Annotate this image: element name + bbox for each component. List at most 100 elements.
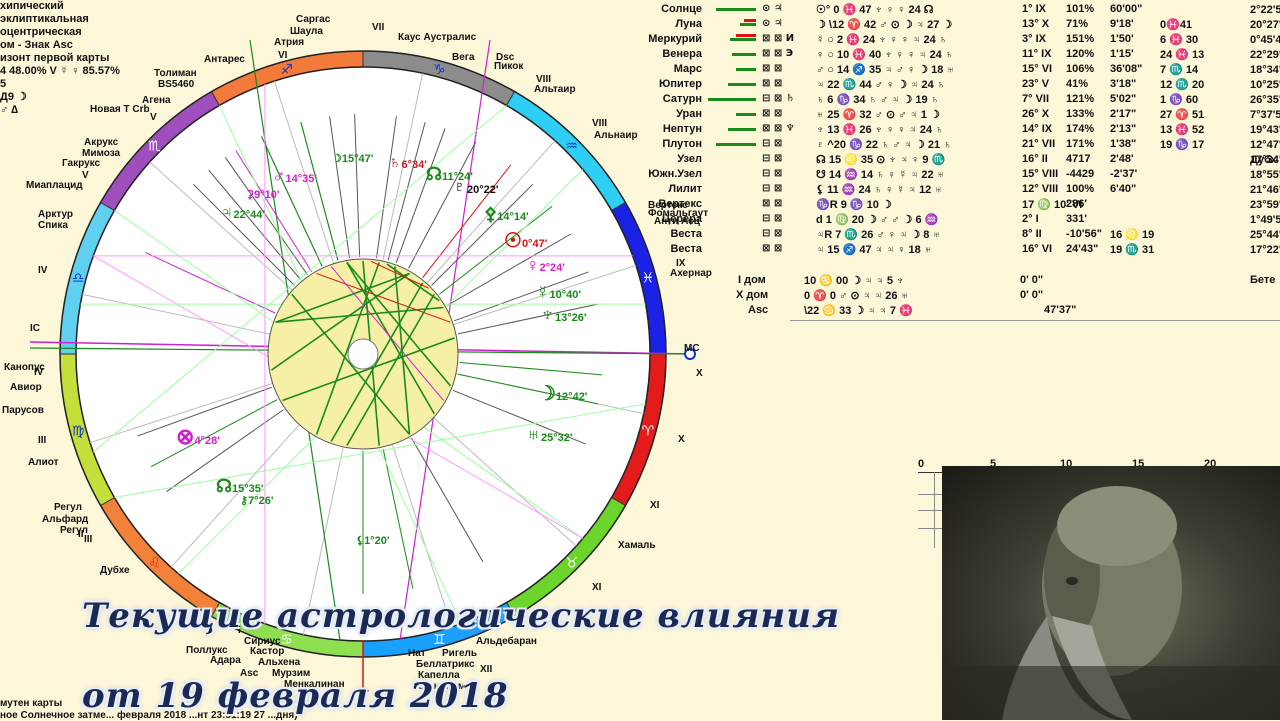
venus-label[interactable]: ♀2°24' [526,255,565,276]
declination: 26°35'46" ♑ [1250,94,1280,106]
planet-row[interactable]: Лилит ⊟ ⊠ ⚸ 11 ♒ 24 ♄ ♀ ☿ ♃ 12 ♅ 12° VIII 10… [626,183,1280,198]
planet-row[interactable]: Веста ⊟ ⊠ ♃R 7 ♏ 26 ♂ ♀ ♃ ☽ 8 ♅ 8° II -10'56… [626,228,1280,243]
strength-bar [736,68,756,71]
planet-row[interactable]: Уран ⊠ ⊠ ♅ 25 ♈ 32 ♂ ⊙ ♂ ♃ 1 ☽ 26° X 133% 2'1… [626,108,1280,123]
uranus-label[interactable]: ♅25°32' [526,424,573,447]
star-label: Вега [452,52,475,63]
zodiac-sign-icon: ♍ [72,423,85,439]
planet-name: Церера [662,213,702,225]
star-label: Арктур [38,209,74,220]
jupiter-icon: ♃ [220,202,234,222]
mars-label[interactable]: ♂14°35' [272,166,317,187]
pallas-label[interactable]: ⚴14°14' [484,204,529,225]
house-number: IV [34,367,44,378]
star-label: Миаплацид [26,180,83,191]
extra-position: 24 ♓ 13 [1160,49,1205,61]
planet-row[interactable]: Юпитер ⊠ ⊠ ♃ 22 ♏ 44 ♂ ♀ ☽ ♃ 24 ♄ 23° V 41% 3… [626,78,1280,93]
lilith-label[interactable]: ⚸1°20' [356,534,389,547]
house-position: 16° II [1022,153,1048,165]
planet-row[interactable]: Меркурий ⊠ ⊠ И ☿ ○ 2 ♓ 24 ♆ ♀ ♀ ♃ 24 ♄ 3° I… [626,33,1280,48]
star-label: Беллатрикс [416,659,475,670]
position-text: ♆ 13 ♓ 26 ♆ ♀ ♀ ♃ 24 ♄ [816,124,944,136]
daily-motion: 1'15' [1110,48,1134,60]
position-text: ♅ 25 ♈ 32 ♂ ⊙ ♂ ♃ 1 ☽ [816,109,940,121]
planet-row[interactable]: Солнце ⊙ ♃ ☉° 0 ♓ 47 ♆ ♀ ♀ 24 ☊ 1° IX 101% 60… [626,3,1280,18]
declination: 20°27'48" ♓ [1250,19,1280,31]
divider [790,320,1280,321]
house-position: 13° X [1022,18,1050,30]
status-icons: ⊟ ⊠ [762,153,783,164]
daily-motion: 2'48' [1110,153,1134,165]
star-label: Акрукс [84,137,119,148]
star-label: Атрия [274,37,305,48]
status-icons: ⊟ ⊠ [762,228,783,239]
strength-bar [740,23,756,26]
planet-row[interactable]: Венера ⊠ ⊠ Э ♀ ○ 10 ♓ 40 ♆ ♀ ♀ ♃ 24 ♄ 11° I… [626,48,1280,63]
fortune-label[interactable]: ⊗4°28' [176,424,220,450]
jupiter-label[interactable]: ♃22°44' [220,202,265,223]
planet-row[interactable]: Плутон ⊟ ⊠ ♇ ^20 ♑ 22 ♄ ♂ ♃ ☽ 21 ♄ 21° VII 1… [626,138,1280,153]
status-icons: ⊠ ⊠ [762,63,783,74]
saturn-label[interactable]: ♄6°34' [388,152,427,173]
center-hub [347,338,379,370]
speed-percent: 4717 [1066,153,1091,165]
daily-motion: 2'17" [1110,108,1137,120]
planet-name: Уран [676,108,702,120]
daily-motion: 5'02" [1110,93,1137,105]
planet-row[interactable]: Вертекс ⊠ ⊠ ♑R 9 ♑ 10 ☽ 17 ♍ 10' VI 286' 23°5… [626,198,1280,213]
planet-name: Плутон [662,138,702,150]
moon-icon: ☽ [332,153,342,165]
footer-line: мутен карты [0,698,63,709]
star-label: Альфард [42,514,89,525]
pluto-label[interactable]: ♇20°22' [452,176,499,199]
lilith-icon: ⚸ [356,535,365,547]
mc-label: MC [684,343,700,354]
star-label: Гакрукс [62,158,101,169]
speed-percent: 106% [1066,63,1095,75]
house-position: 21° VII [1022,138,1056,150]
planet-row[interactable]: Южн.Узел ⊟ ⊠ ☋ 14 ♒ 14 ♄ ♀ ☿ ♃ 22 ♅ 15° VII… [626,168,1280,183]
declination: 19°43'20" ♈ [1250,124,1280,136]
ceres-label[interactable]: ⚳9°10' [246,188,279,201]
house-position: 23° V [1022,78,1050,90]
sun-label[interactable]: ☉0°47' [504,228,547,253]
star-label: Каус Аустралис [398,32,477,43]
saturn-icon: ♄ [388,152,402,172]
planet-row[interactable]: Сатурн ⊟ ⊠ ♄ ♄ 6 ♑ 34 ♄ ♂ ♃ ☽ 19 ♄ 7° VII 12… [626,93,1280,108]
speed-percent: 71% [1066,18,1089,30]
star-label: Авиор [10,382,42,393]
chiron-label[interactable]: ⚷7°26' [240,494,273,507]
planet-row[interactable]: Нептун ⊠ ⊠ ♆ ♆ 13 ♓ 26 ♆ ♀ ♀ ♃ 24 ♄ 14° IX 1… [626,123,1280,138]
planet-row[interactable]: Веста ⊠ ⊠ ♃ 15 ♐ 47 ♃ ♃ ♀ 18 ♅ 16° VI 24'43"… [626,243,1280,258]
status-icons: ⊙ ♃ [762,18,783,29]
star-label: Ахернар [670,268,712,279]
status-icons: ⊠ ⊠ И [762,33,795,44]
star-label: Парусов [2,405,44,416]
extra-position: 1 ♑ 60 [1160,94,1199,106]
declination: 25°44'10" ♏ [1250,229,1280,241]
mercury-label[interactable]: ☿10°40' [536,282,581,303]
planet-row[interactable]: Марс ⊠ ⊠ ♂ ○ 14 ♐ 35 ♃ ♂ ♀ ☽ 18 ♅ 15° VI 106… [626,63,1280,78]
weakness-bar [736,34,756,37]
planet-name: Солнце [661,3,702,15]
planet-row[interactable]: Церера ⊟ ⊠ d 1 ♍ 20 ☽ ♂ ♂ ☽ 6 ♒ 2° I 331' 1°4… [626,213,1280,228]
extra-position: 0♓41 [1160,19,1193,31]
daily-motion: 2'13" [1110,123,1137,135]
planet-row[interactable]: Узел ⊟ ⊠ ☊ 15 ♌ 35 ⊙ ♆ ♃ ♀ 9 ♏ 16° II 4717 2'… [626,153,1280,168]
moon-north-label[interactable]: ☽15°47' [332,152,373,165]
declination: 21°46'11" ♉ [1250,184,1280,196]
planet-name: Лилит [668,183,702,195]
daily-motion: 3'18" [1110,78,1137,90]
planet-row[interactable]: Луна ⊙ ♃ ☽ \12 ♈ 42 ♂ ⊙ ☽ ♃ 27 ☽ 13° X 71% 9'… [626,18,1280,33]
video-title-line1: Текущие астрологические влияния [82,596,840,636]
webcam-video[interactable] [942,466,1280,720]
star-label: Хамаль [618,540,656,551]
planet-name: Узел [677,153,702,165]
position-text: d 1 ♍ 20 ☽ ♂ ♂ ☽ 6 ♒ [816,214,939,226]
house-number: VIII [592,118,608,129]
planet-name: Южн.Узел [648,168,702,180]
speed-percent: 286' [1066,198,1087,210]
moon-label[interactable]: ☽12°42' [538,381,587,406]
speed-percent: 174% [1066,123,1095,135]
neptune-label[interactable]: ♆13°26' [540,304,587,327]
